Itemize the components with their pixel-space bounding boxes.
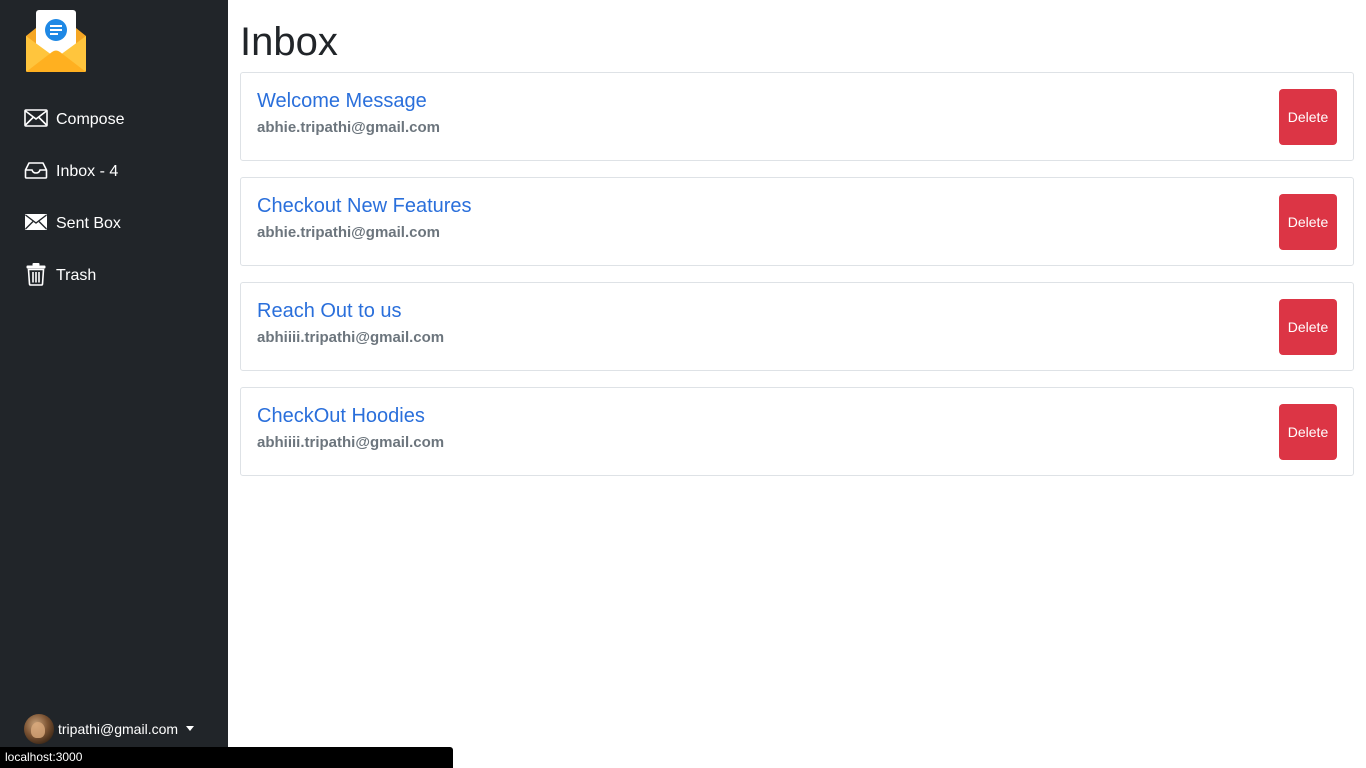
page-title: Inbox <box>240 20 338 64</box>
email-subject-link[interactable]: Reach Out to us <box>257 300 402 323</box>
sidebar-item-trash[interactable]: Trash <box>0 248 228 300</box>
sidebar-nav: Compose Inbox - 4 Sent Box Trash <box>0 92 228 300</box>
sidebar-item-sent-box[interactable]: Sent Box <box>0 196 228 248</box>
envelope-icon <box>24 106 48 130</box>
email-sender: abhie.tripathi@gmail.com <box>257 119 440 136</box>
sidebar-item-label: Compose <box>56 111 125 128</box>
sidebar-item-compose[interactable]: Compose <box>0 92 228 144</box>
email-subject-link[interactable]: Welcome Message <box>257 90 427 113</box>
inbox-icon <box>24 158 48 182</box>
main-content: Inbox Welcome Message abhie.tripathi@gma… <box>240 0 1354 492</box>
email-list: Welcome Message abhie.tripathi@gmail.com… <box>240 72 1354 476</box>
sidebar-item-inbox[interactable]: Inbox - 4 <box>0 144 228 196</box>
browser-status-bar: localhost:3000 <box>0 747 453 768</box>
user-email: tripathi@gmail.com <box>58 721 179 737</box>
sidebar-item-label: Trash <box>56 267 97 284</box>
delete-button[interactable]: Delete <box>1279 89 1337 145</box>
email-item[interactable]: CheckOut Hoodies abhiiii.tripathi@gmail.… <box>240 387 1354 476</box>
email-sender: abhiiii.tripathi@gmail.com <box>257 434 445 451</box>
sidebar-item-label: Inbox - 4 <box>56 163 119 180</box>
email-subject-link[interactable]: CheckOut Hoodies <box>257 405 425 428</box>
sidebar: Compose Inbox - 4 Sent Box Trash tripath… <box>0 0 228 768</box>
email-item[interactable]: Reach Out to us abhiiii.tripathi@gmail.c… <box>240 282 1354 371</box>
delete-button[interactable]: Delete <box>1279 299 1337 355</box>
caret-down-icon <box>186 725 195 731</box>
trash-icon <box>24 262 48 286</box>
envelope-filled-icon <box>24 210 48 234</box>
email-subject-link[interactable]: Checkout New Features <box>257 195 472 218</box>
email-sender: abhiiii.tripathi@gmail.com <box>257 329 445 346</box>
mail-envelope-logo-icon[interactable] <box>24 6 88 74</box>
status-url: localhost:3000 <box>5 750 83 764</box>
user-menu-dropdown[interactable]: tripathi@gmail.com <box>24 714 195 744</box>
app-window: Compose Inbox - 4 Sent Box Trash tripath… <box>0 0 1366 768</box>
email-item[interactable]: Checkout New Features abhie.tripathi@gma… <box>240 177 1354 266</box>
email-sender: abhie.tripathi@gmail.com <box>257 224 440 241</box>
delete-button[interactable]: Delete <box>1279 404 1337 460</box>
email-item[interactable]: Welcome Message abhie.tripathi@gmail.com… <box>240 72 1354 161</box>
avatar <box>24 714 54 744</box>
sidebar-item-label: Sent Box <box>56 215 121 232</box>
delete-button[interactable]: Delete <box>1279 194 1337 250</box>
